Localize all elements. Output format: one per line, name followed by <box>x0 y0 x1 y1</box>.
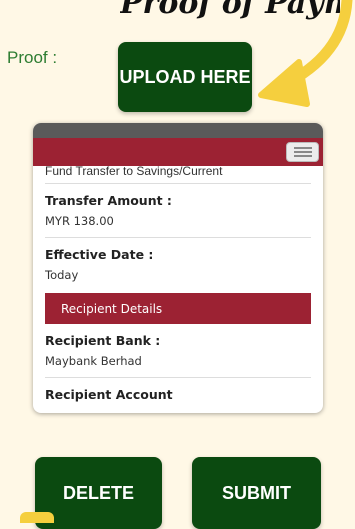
transaction-details: Fund Transfer to Savings/Current Transfe… <box>33 166 323 411</box>
arrow-icon <box>258 0 353 107</box>
yellow-accent <box>20 512 54 523</box>
recipient-account-label: Recipient Account <box>45 387 173 402</box>
transfer-amount-field: Transfer Amount : MYR 138.00 <box>45 184 311 238</box>
menu-icon[interactable] <box>286 142 319 162</box>
transfer-type: Fund Transfer to Savings/Current <box>45 166 311 184</box>
app-header <box>33 138 323 166</box>
recipient-account-field: Recipient Account <box>45 378 311 411</box>
transfer-amount-value: MYR 138.00 <box>45 214 114 228</box>
recipient-bank-field: Recipient Bank : Maybank Berhad <box>45 324 311 378</box>
app-screenshot: Fund Transfer to Savings/Current Transfe… <box>33 123 323 413</box>
transfer-amount-label: Transfer Amount : <box>45 193 172 208</box>
upload-button[interactable]: UPLOAD HERE <box>118 42 252 112</box>
recipient-bank-value: Maybank Berhad <box>45 354 142 368</box>
recipient-bank-label: Recipient Bank : <box>45 333 161 348</box>
delete-button[interactable]: DELETE <box>35 457 162 529</box>
section-header: Recipient Details <box>45 293 311 324</box>
phone-status-bar <box>33 123 323 138</box>
submit-button[interactable]: SUBMIT <box>192 457 321 529</box>
effective-date-value: Today <box>45 268 79 282</box>
effective-date-label: Effective Date : <box>45 247 154 262</box>
effective-date-field: Effective Date : Today <box>45 238 311 291</box>
proof-label: Proof : <box>7 48 58 67</box>
